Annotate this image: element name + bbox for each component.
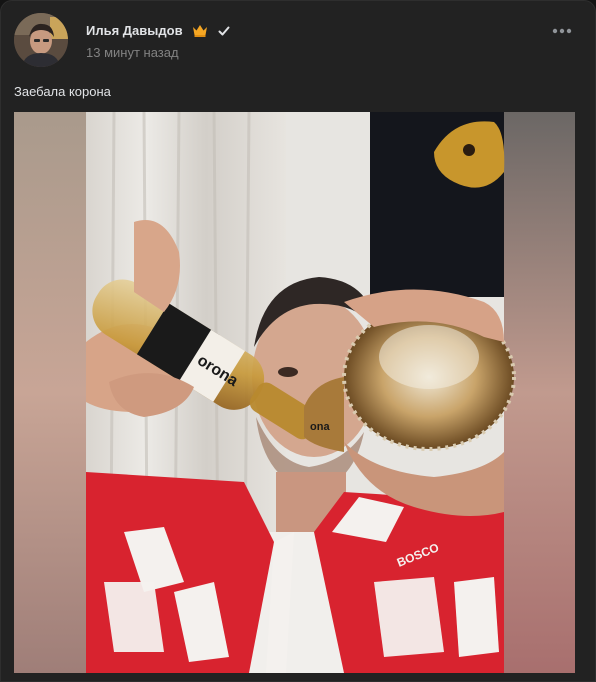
more-horizontal-icon: [552, 28, 572, 34]
post-photo[interactable]: BOSCO orona ona: [14, 112, 575, 673]
crown-icon: [193, 25, 207, 37]
post-photo-image: BOSCO orona ona: [14, 112, 575, 673]
post-time[interactable]: 13 минут назад: [86, 45, 179, 61]
author-name[interactable]: Илья Давыдов: [86, 23, 183, 39]
more-options-button[interactable]: [546, 21, 578, 41]
post-card: Илья Давыдов 13 минут назад Заебала коро…: [0, 0, 596, 682]
verified-checkmark-icon: [218, 26, 230, 36]
bottle-label-right: ona: [310, 421, 330, 433]
avatar[interactable]: [14, 13, 68, 67]
post-text: Заебала корона: [14, 84, 111, 99]
avatar-image: [14, 13, 68, 67]
